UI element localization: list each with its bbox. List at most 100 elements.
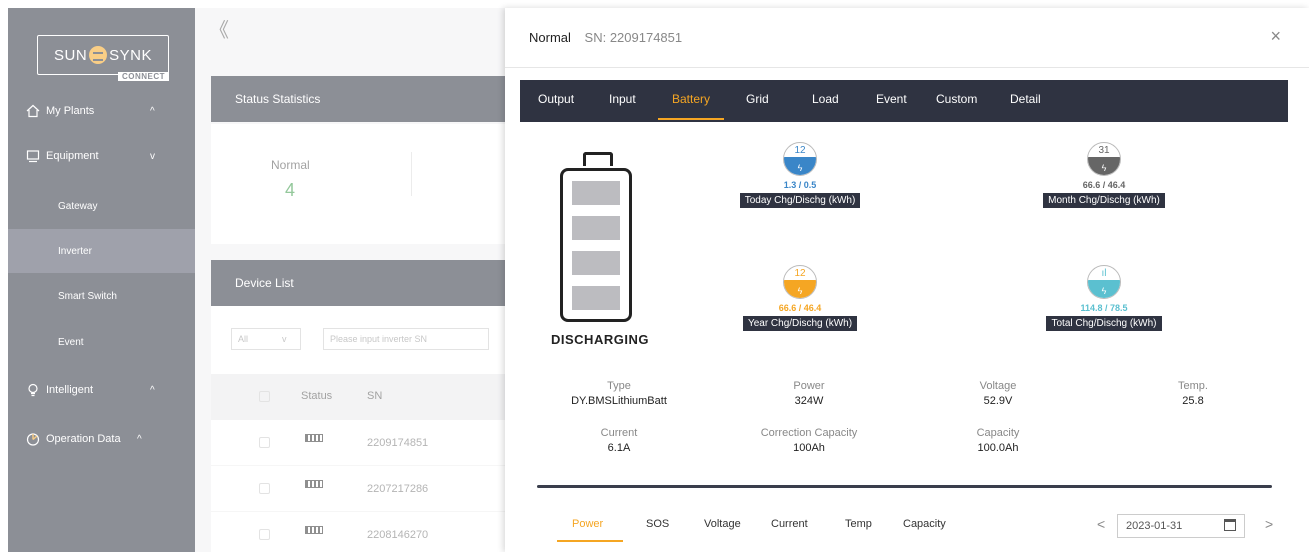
table-row[interactable]: 2208146270 [211, 512, 505, 552]
detail-tabs: Output Input Battery Grid Load Event Cus… [520, 80, 1288, 122]
row-sn: 2209174851 [367, 437, 429, 449]
month-value: 66.6 / 46.4 [1082, 180, 1126, 190]
nav-event[interactable]: Event [8, 320, 195, 364]
calendar-year-icon: 12 ϟ [783, 265, 817, 299]
prev-date-icon[interactable]: < [1097, 516, 1105, 532]
year-caption: Year Chg/Dischg (kWh) [742, 316, 858, 331]
active-tab-indicator [658, 118, 724, 120]
sunsynk-logo[interactable]: SUN SYNK CONNECT [37, 35, 169, 81]
sn-search-input[interactable]: Please input inverter SN [323, 328, 489, 350]
field-label: Type [607, 380, 631, 392]
tab-battery[interactable]: Battery [672, 92, 710, 106]
battery-cell [572, 181, 620, 205]
today-caption: Today Chg/Dischg (kWh) [739, 193, 861, 208]
correction-capacity-field: Correction Capacity 100Ah [729, 427, 889, 454]
field-label: Voltage [979, 380, 1017, 392]
today-value: 1.3 / 0.5 [783, 180, 817, 190]
device-list-panel: All v Please input inverter SN Status SN… [211, 306, 505, 552]
nav-smart-switch[interactable]: Smart Switch [8, 274, 195, 318]
inverter-sn: SN: 2209174851 [584, 30, 683, 45]
tab-load[interactable]: Load [812, 92, 839, 106]
nav-equipment[interactable]: Equipment v [8, 134, 195, 178]
row-checkbox[interactable] [259, 529, 270, 540]
type-field: Type DY.BMSLithiumBatt [539, 380, 699, 407]
column-status: Status [301, 390, 333, 402]
capacity-field: Capacity 100.0Ah [918, 427, 1078, 454]
inverter-status: Normal [529, 30, 571, 45]
battery-cell [572, 251, 620, 275]
calendar-icon [1224, 519, 1236, 531]
nav-label: Gateway [58, 200, 98, 212]
nav-intelligent[interactable]: Intelligent ^ [8, 368, 195, 412]
brand-right: SYNK [109, 46, 153, 64]
subtab-voltage[interactable]: Voltage [704, 518, 741, 530]
chevron-up-icon: ^ [150, 105, 155, 117]
collapse-sidebar-icon[interactable]: 《 [209, 14, 229, 43]
date-picker[interactable]: 2023-01-31 [1117, 514, 1245, 538]
calendar-month-icon: 31 ϟ [1087, 142, 1121, 176]
status-statistics-header: Status Statistics [211, 76, 505, 122]
battery-status-icon [305, 480, 323, 488]
battery-cell [572, 286, 620, 310]
status-filter-select[interactable]: All v [231, 328, 301, 350]
row-checkbox[interactable] [259, 437, 270, 448]
subtab-current[interactable]: Current [771, 518, 808, 530]
column-sn: SN [367, 390, 383, 402]
field-label: Current [600, 427, 638, 439]
field-label: Power [793, 380, 825, 392]
voltage-field: Voltage 52.9V [918, 380, 1078, 407]
nav-label: Equipment [46, 150, 99, 162]
field-value: 324W [794, 395, 824, 407]
subtab-temp[interactable]: Temp [845, 518, 872, 530]
chevron-up-icon: ^ [150, 384, 155, 396]
field-value: 100.0Ah [977, 442, 1019, 454]
power-field: Power 324W [729, 380, 889, 407]
row-sn: 2207217286 [367, 483, 429, 495]
close-icon[interactable]: × [1270, 26, 1281, 47]
tab-input[interactable]: Input [609, 92, 636, 106]
subtab-sos[interactable]: SOS [646, 518, 669, 530]
table-header: Status SN [211, 374, 505, 420]
tab-detail[interactable]: Detail [1010, 92, 1041, 106]
total-value: 114.8 / 78.5 [1080, 303, 1128, 313]
field-value: 6.1A [607, 442, 631, 454]
chevron-down-icon: v [282, 334, 287, 344]
tab-custom[interactable]: Custom [936, 92, 977, 106]
field-value: 52.9V [983, 395, 1013, 407]
year-value: 66.6 / 46.4 [778, 303, 822, 313]
tab-grid[interactable]: Grid [746, 92, 769, 106]
current-field: Current 6.1A [539, 427, 699, 454]
select-all-checkbox[interactable] [259, 391, 270, 402]
tab-output[interactable]: Output [538, 92, 574, 106]
nav-label: My Plants [46, 105, 95, 117]
table-row[interactable]: 2209174851 [211, 420, 505, 466]
chart-icon [26, 432, 40, 446]
inverter-detail-drawer: Normal SN: 2209174851 × Output Input Bat… [505, 8, 1309, 552]
nav-label: Inverter [58, 245, 92, 257]
next-date-icon[interactable]: > [1265, 516, 1273, 532]
row-sn: 2208146270 [367, 529, 429, 541]
normal-label: Normal [271, 158, 310, 172]
section-divider [537, 485, 1272, 488]
bulb-icon [26, 383, 40, 397]
row-checkbox[interactable] [259, 483, 270, 494]
temp-field: Temp. 25.8 [1113, 380, 1273, 407]
nav-inverter[interactable]: Inverter [8, 229, 195, 273]
total-stat: ıl ϟ 114.8 / 78.5 Total Chg/Dischg (kWh) [1029, 265, 1179, 331]
battery-cell [572, 216, 620, 240]
subtab-capacity[interactable]: Capacity [903, 518, 946, 530]
field-label: Capacity [976, 427, 1020, 439]
nav-operation-data[interactable]: Operation Data ^ [8, 417, 195, 461]
month-stat: 31 ϟ 66.6 / 46.4 Month Chg/Dischg (kWh) [1029, 142, 1179, 208]
table-row[interactable]: 2207217286 [211, 466, 505, 512]
nav-my-plants[interactable]: My Plants ^ [8, 89, 195, 133]
nav-gateway[interactable]: Gateway [8, 184, 195, 228]
chevron-up-icon: ^ [137, 433, 142, 445]
bar-chart-icon: ıl ϟ [1087, 265, 1121, 299]
main-page: 《 Status Statistics Normal 4 Device List… [195, 8, 505, 552]
tab-event[interactable]: Event [876, 92, 907, 106]
field-label: Correction Capacity [760, 427, 858, 439]
subtab-power[interactable]: Power [572, 518, 603, 530]
status-statistics-panel: Normal 4 [211, 124, 505, 244]
battery-graphic [560, 168, 632, 322]
